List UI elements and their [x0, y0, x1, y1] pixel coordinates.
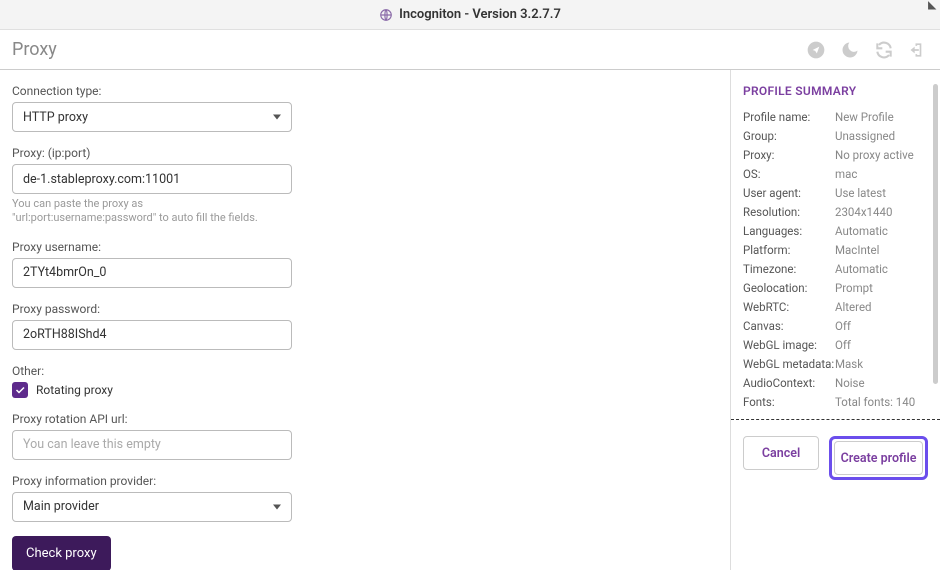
summary-value: Noise [835, 376, 928, 390]
summary-row: Timezone:Automatic [743, 262, 928, 276]
summary-value: Automatic [835, 224, 928, 238]
summary-value: Prompt [835, 281, 928, 295]
summary-value: Automatic [835, 262, 928, 276]
summary-key: Profile name: [743, 110, 835, 124]
create-profile-button[interactable]: Create profile [834, 441, 923, 475]
proxy-username-wrap [12, 258, 292, 288]
page-header: Proxy [0, 30, 940, 70]
summary-key: Resolution: [743, 205, 835, 219]
proxy-password-label: Proxy password: [12, 302, 292, 316]
proxy-password-input[interactable] [23, 327, 281, 342]
proxy-label: Proxy: (ip:port) [12, 146, 292, 160]
window-titlebar: Incogniton - Version 3.2.7.7 ◣ [0, 0, 940, 30]
summary-value: Total fonts: 140 [835, 395, 928, 409]
summary-key: Timezone: [743, 262, 835, 276]
summary-key: Fonts: [743, 395, 835, 409]
rotation-url-wrap [12, 430, 292, 460]
summary-value: Mask [835, 357, 928, 371]
provider-value: Main provider [23, 499, 99, 514]
page-title: Proxy [12, 39, 57, 60]
summary-row: Media devices:Masked 1:3|1 [743, 414, 928, 415]
summary-value: Altered [835, 300, 928, 314]
summary-key: AudioContext: [743, 376, 835, 390]
summary-row: Resolution:2304x1440 [743, 205, 928, 219]
rotating-proxy-label: Rotating proxy [36, 383, 113, 397]
summary-key: User agent: [743, 186, 835, 200]
summary-value: Unassigned [835, 129, 928, 143]
summary-row: WebRTC:Altered [743, 300, 928, 314]
provider-select[interactable]: Main provider [12, 492, 292, 522]
provider-label: Proxy information provider: [12, 474, 292, 488]
summary-row: WebGL metadata:Mask [743, 357, 928, 371]
summary-value: New Profile [835, 110, 928, 124]
summary-row: OS:mac [743, 167, 928, 181]
summary-row: Fonts:Total fonts: 140 [743, 395, 928, 409]
create-profile-highlight: Create profile [829, 436, 928, 480]
header-actions [806, 40, 928, 60]
summary-row: Platform:MacIntel [743, 243, 928, 257]
proxy-username-input[interactable] [23, 265, 281, 280]
proxy-username-label: Proxy username: [12, 240, 292, 254]
summary-row: Group:Unassigned [743, 129, 928, 143]
chevron-down-icon [273, 115, 281, 120]
summary-key: OS: [743, 167, 835, 181]
summary-value: Off [835, 319, 928, 333]
app-icon [379, 8, 393, 22]
summary-value: No proxy active [835, 148, 928, 162]
rotating-proxy-checkbox[interactable] [12, 382, 28, 398]
connection-type-select[interactable]: HTTP proxy [12, 102, 292, 132]
send-icon[interactable] [806, 40, 826, 60]
window-corner-indicator: ◣ [928, 0, 936, 11]
summary-value: mac [835, 167, 928, 181]
summary-key: WebRTC: [743, 300, 835, 314]
summary-key: WebGL metadata: [743, 357, 835, 371]
scrollbar[interactable] [933, 84, 938, 384]
connection-type-value: HTTP proxy [23, 110, 88, 125]
summary-value: Off [835, 338, 928, 352]
summary-row: Profile name:New Profile [743, 110, 928, 124]
summary-key: Geolocation: [743, 281, 835, 295]
cancel-button[interactable]: Cancel [743, 436, 819, 470]
chevron-down-icon [273, 504, 281, 509]
summary-key: WebGL image: [743, 338, 835, 352]
summary-row: AudioContext:Noise [743, 376, 928, 390]
summary-key: Group: [743, 129, 835, 143]
summary-key: Media devices: [743, 414, 835, 415]
summary-title: PROFILE SUMMARY [743, 84, 928, 98]
moon-icon[interactable] [840, 40, 860, 60]
check-proxy-button[interactable]: Check proxy [12, 536, 111, 570]
other-label: Other: [12, 364, 292, 378]
summary-row: WebGL image:Off [743, 338, 928, 352]
summary-row: User agent:Use latest [743, 186, 928, 200]
logout-icon[interactable] [908, 40, 928, 60]
summary-value: Masked 1:3|1 [835, 414, 928, 415]
summary-row: Proxy:No proxy active [743, 148, 928, 162]
summary-key: Canvas: [743, 319, 835, 333]
summary-panel: PROFILE SUMMARY Profile name:New Profile… [730, 70, 940, 570]
summary-row: Canvas:Off [743, 319, 928, 333]
summary-key: Platform: [743, 243, 835, 257]
summary-row: Languages:Automatic [743, 224, 928, 238]
rotation-url-label: Proxy rotation API url: [12, 412, 292, 426]
summary-value: Use latest [835, 186, 928, 200]
proxy-input-wrap [12, 164, 292, 194]
summary-row: Geolocation:Prompt [743, 281, 928, 295]
window-title: Incogniton - Version 3.2.7.7 [399, 7, 561, 22]
summary-value: MacIntel [835, 243, 928, 257]
proxy-helper-text: You can paste the proxy as "url:port:use… [12, 197, 282, 226]
summary-key: Proxy: [743, 148, 835, 162]
summary-list: Profile name:New ProfileGroup:Unassigned… [743, 110, 928, 415]
proxy-password-wrap [12, 320, 292, 350]
proxy-input[interactable] [23, 172, 281, 187]
summary-value: 2304x1440 [835, 205, 928, 219]
summary-key: Languages: [743, 224, 835, 238]
refresh-icon[interactable] [874, 40, 894, 60]
form-panel: Connection type: HTTP proxy Proxy: (ip:p… [0, 70, 730, 570]
connection-type-label: Connection type: [12, 84, 292, 98]
rotation-url-input[interactable] [23, 437, 281, 452]
